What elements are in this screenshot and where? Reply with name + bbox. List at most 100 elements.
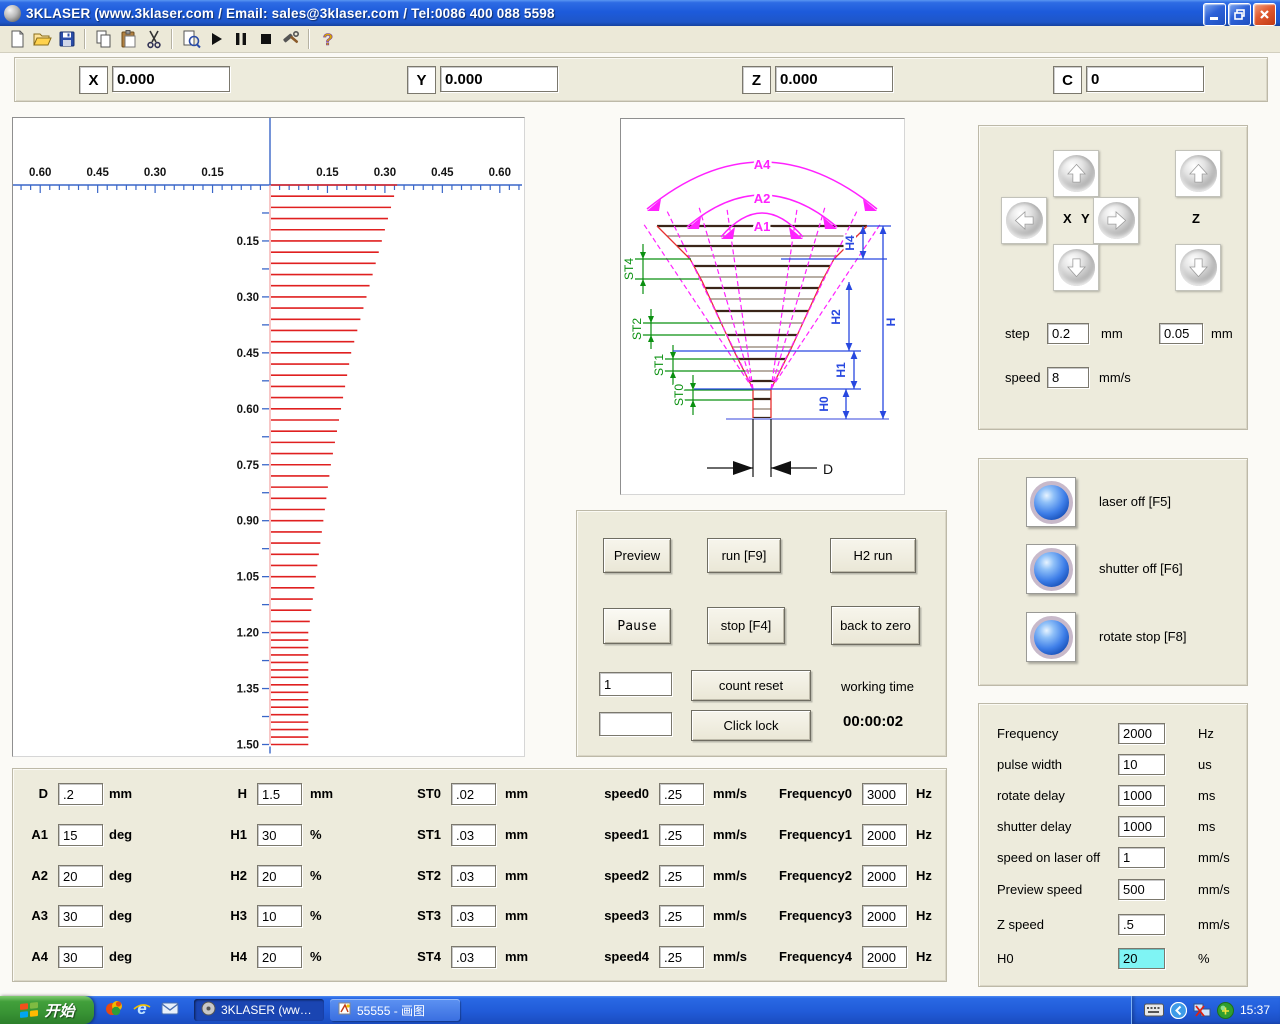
- frequency2-unit: Hz: [916, 868, 932, 883]
- d-input[interactable]: [58, 783, 103, 805]
- save-icon[interactable]: [55, 28, 78, 50]
- a4-input[interactable]: [58, 946, 103, 968]
- open-icon[interactable]: [30, 28, 53, 50]
- st0-input[interactable]: [451, 783, 496, 805]
- a2-input[interactable]: [58, 865, 103, 887]
- svg-text:0.15: 0.15: [237, 236, 260, 248]
- click-lock-button[interactable]: Click lock: [691, 710, 811, 741]
- speed0-input[interactable]: [659, 783, 704, 805]
- a1-input[interactable]: [58, 824, 103, 846]
- task-items: 3KLASER (www.3kl... 55555 - 画图: [194, 999, 460, 1021]
- z-up-button[interactable]: [1175, 150, 1221, 197]
- frequency0-input[interactable]: [862, 783, 907, 805]
- keyboard-icon[interactable]: [1144, 1003, 1164, 1017]
- speed2-input[interactable]: [659, 865, 704, 887]
- lock-input[interactable]: [599, 712, 672, 736]
- jog-ball: [1098, 202, 1135, 239]
- pulse-width-input[interactable]: [1118, 754, 1165, 775]
- h4-input[interactable]: [257, 946, 302, 968]
- working-time-value: 00:00:02: [843, 713, 903, 730]
- frequency1-input[interactable]: [862, 824, 907, 846]
- close-button[interactable]: [1253, 3, 1276, 26]
- preview-speed-input[interactable]: [1118, 879, 1165, 900]
- paste-icon[interactable]: [117, 28, 140, 50]
- task-button-0[interactable]: 3KLASER (www.3kl...: [194, 999, 324, 1021]
- speed4-input[interactable]: [659, 946, 704, 968]
- frequency-input[interactable]: [1118, 723, 1165, 744]
- cut-icon[interactable]: [142, 28, 165, 50]
- coord-z-input[interactable]: [775, 66, 893, 92]
- run-icon[interactable]: [204, 28, 227, 50]
- h-input[interactable]: [257, 783, 302, 805]
- frequency4-input[interactable]: [862, 946, 907, 968]
- run-button[interactable]: run [F9]: [707, 538, 781, 573]
- stop-button[interactable]: stop [F4]: [707, 607, 785, 644]
- mail-icon[interactable]: [160, 998, 180, 1023]
- h2-run-button[interactable]: H2 run: [830, 538, 916, 573]
- z-down-button[interactable]: [1175, 244, 1221, 291]
- pause-button[interactable]: Pause: [603, 608, 671, 644]
- frequency1-label: Frequency1: [757, 827, 852, 842]
- z-speed-input[interactable]: [1118, 914, 1165, 935]
- h0-input[interactable]: [1118, 948, 1165, 969]
- a3-input[interactable]: [58, 905, 103, 927]
- rotate-stop-f8--button[interactable]: [1026, 612, 1076, 662]
- tools-icon[interactable]: [279, 28, 302, 50]
- launcher-orb-icon[interactable]: [104, 998, 124, 1023]
- preview-button[interactable]: Preview: [603, 538, 671, 573]
- jog-speed-input[interactable]: [1047, 367, 1089, 388]
- speed1-input[interactable]: [659, 824, 704, 846]
- minimize-button[interactable]: [1203, 3, 1226, 26]
- h0-unit: %: [1198, 951, 1210, 966]
- pulse-width-unit: us: [1198, 757, 1212, 772]
- xy-right-button[interactable]: [1093, 197, 1139, 244]
- start-label: 开始: [44, 1000, 74, 1021]
- pause-icon[interactable]: [229, 28, 252, 50]
- st1-input[interactable]: [451, 824, 496, 846]
- frequency3-unit: Hz: [916, 908, 932, 923]
- collapse-chevron-icon[interactable]: [1170, 1002, 1187, 1019]
- jog-ball: [1058, 249, 1095, 286]
- xy-down-button[interactable]: [1053, 244, 1099, 291]
- h-unit: mm: [310, 786, 333, 801]
- count-input[interactable]: [599, 672, 672, 696]
- rotate-delay-input[interactable]: [1118, 785, 1165, 806]
- restore-icon: [1233, 8, 1246, 21]
- step-z-input[interactable]: [1159, 323, 1203, 344]
- back-to-zero-button[interactable]: back to zero: [831, 606, 920, 645]
- status-orb-icon[interactable]: [1217, 1002, 1234, 1019]
- shutter-delay-input[interactable]: [1118, 816, 1165, 837]
- help-icon[interactable]: ?: [316, 28, 339, 50]
- coord-y-input[interactable]: [440, 66, 558, 92]
- st2-input[interactable]: [451, 865, 496, 887]
- copy-icon[interactable]: [92, 28, 115, 50]
- laser-off-f5--button[interactable]: [1026, 477, 1076, 527]
- step-xy-input[interactable]: [1047, 323, 1089, 344]
- svg-text:0.45: 0.45: [237, 348, 260, 360]
- h1-input[interactable]: [257, 824, 302, 846]
- angle-ray-lines: [643, 207, 881, 389]
- network-offline-icon[interactable]: [1193, 1003, 1211, 1018]
- shutter-off-f6--button[interactable]: [1026, 544, 1076, 594]
- xy-up-button[interactable]: [1053, 150, 1099, 197]
- speed3-input[interactable]: [659, 905, 704, 927]
- h3-input[interactable]: [257, 905, 302, 927]
- stop-icon[interactable]: [254, 28, 277, 50]
- print-preview-icon[interactable]: [179, 28, 202, 50]
- frequency3-input[interactable]: [862, 905, 907, 927]
- xy-left-button[interactable]: [1001, 197, 1047, 244]
- st4-input[interactable]: [451, 946, 496, 968]
- count-reset-button[interactable]: count reset: [691, 670, 811, 701]
- new-icon[interactable]: [5, 28, 28, 50]
- d-label: D: [0, 786, 48, 801]
- frequency2-input[interactable]: [862, 865, 907, 887]
- h2-input[interactable]: [257, 865, 302, 887]
- st3-input[interactable]: [451, 905, 496, 927]
- internet-explorer-icon[interactable]: e: [132, 998, 152, 1023]
- task-button-1[interactable]: 55555 - 画图: [330, 999, 460, 1021]
- coord-x-input[interactable]: [112, 66, 230, 92]
- start-button[interactable]: 开始: [0, 996, 94, 1024]
- restore-button[interactable]: [1228, 3, 1251, 26]
- coord-c-input[interactable]: [1086, 66, 1204, 92]
- speed-on-laser-off-input[interactable]: [1118, 847, 1165, 868]
